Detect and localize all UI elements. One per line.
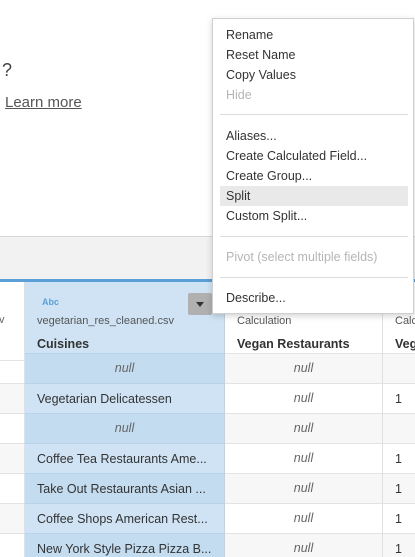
- chevron-down-icon: [196, 302, 204, 307]
- column-field-name[interactable]: Cuisines: [37, 337, 89, 351]
- menu-item-reset-name[interactable]: Reset Name: [220, 45, 408, 65]
- table-row: Vegetarian Delicatessen: [25, 383, 224, 413]
- table-row: [0, 533, 24, 557]
- menu-divider: [220, 114, 408, 115]
- column-source: Calculation: [237, 315, 292, 327]
- column-cuisines[interactable]: Abc vegetarian_res_cleaned.csv Cuisines …: [25, 282, 225, 557]
- cell: 1: [395, 392, 402, 406]
- column-header-cuisines[interactable]: Abc vegetarian_res_cleaned.csv Cuisines: [25, 282, 224, 360]
- column-source: Calc: [395, 315, 415, 327]
- menu-item-custom-split[interactable]: Custom Split...: [220, 206, 408, 226]
- table-row: 1: [383, 533, 415, 557]
- cell: Coffee Shops American Rest...: [37, 512, 208, 526]
- cell: Coffee Tea Restaurants Ame...: [37, 452, 207, 466]
- cell: null: [293, 391, 314, 405]
- menu-item-describe[interactable]: Describe...: [220, 288, 408, 308]
- table-row: null: [225, 353, 382, 383]
- table-row: [0, 413, 24, 443]
- cell: 1: [395, 542, 402, 556]
- table-row: null: [225, 473, 382, 503]
- table-row: null: [25, 413, 224, 443]
- cell: null: [293, 421, 314, 435]
- cell: Vegetarian Delicatessen: [37, 392, 172, 406]
- table-row: 1: [383, 383, 415, 413]
- cell: 1: [395, 482, 402, 496]
- table-row: null: [225, 533, 382, 557]
- menu-divider: [220, 277, 408, 278]
- table-row: 1: [383, 443, 415, 473]
- column-source: vegetarian_res_cleaned.csv: [37, 315, 174, 327]
- column-field-name[interactable]: Vegan Restaurants: [237, 337, 350, 351]
- column-context-menu: Rename Reset Name Copy Values Hide Alias…: [212, 18, 414, 314]
- menu-item-create-calculated-field[interactable]: Create Calculated Field...: [220, 146, 408, 166]
- menu-item-hide: Hide: [226, 88, 252, 102]
- data-grid: csv Abc vegetarian_res_cleaned.csv Cuisi…: [0, 282, 415, 557]
- menu-item-aliases[interactable]: Aliases...: [220, 126, 408, 146]
- menu-item-pivot: Pivot (select multiple fields): [226, 250, 378, 264]
- learn-more-link[interactable]: Learn more: [5, 94, 82, 111]
- cell: null: [114, 361, 135, 375]
- cell: null: [293, 541, 314, 555]
- table-row: [383, 413, 415, 443]
- table-row: [383, 353, 415, 383]
- column-field-name[interactable]: Veg: [395, 337, 415, 351]
- table-row: [0, 503, 24, 533]
- table-row: Coffee Shops American Rest...: [25, 503, 224, 533]
- cell: null: [293, 361, 314, 375]
- menu-item-rename[interactable]: Rename: [220, 25, 408, 45]
- column-partial-left: csv: [0, 282, 25, 557]
- table-row: null: [225, 503, 382, 533]
- table-row: null: [225, 413, 382, 443]
- table-row: [0, 383, 24, 413]
- table-row: null: [225, 383, 382, 413]
- table-row: 1: [383, 473, 415, 503]
- cell: New York Style Pizza Pizza B...: [37, 542, 212, 556]
- column-partial-right[interactable]: Calc Veg 1 1 1 1 1: [383, 282, 415, 557]
- cell: 1: [395, 512, 402, 526]
- column-menu-button[interactable]: [188, 293, 212, 315]
- menu-item-split[interactable]: Split: [220, 186, 408, 206]
- question-mark: ?: [2, 60, 13, 80]
- cell: null: [293, 511, 314, 525]
- table-row: null: [225, 443, 382, 473]
- column-vegan-restaurants[interactable]: Calculation Vegan Restaurants null null …: [225, 282, 383, 557]
- table-row: Coffee Tea Restaurants Ame...: [25, 443, 224, 473]
- table-row: New York Style Pizza Pizza B...: [25, 533, 224, 557]
- table-row: 1: [383, 503, 415, 533]
- menu-divider: [220, 236, 408, 237]
- table-row: [0, 473, 24, 503]
- column-header[interactable]: csv: [0, 282, 24, 360]
- menu-item-create-group[interactable]: Create Group...: [220, 166, 408, 186]
- cell: Take Out Restaurants Asian ...: [37, 482, 206, 496]
- table-row: null: [25, 353, 224, 383]
- cell: null: [114, 421, 135, 435]
- cell: null: [293, 451, 314, 465]
- menu-item-copy-values[interactable]: Copy Values: [220, 65, 408, 85]
- cell: 1: [395, 452, 402, 466]
- cell: null: [293, 481, 314, 495]
- table-row: Take Out Restaurants Asian ...: [25, 473, 224, 503]
- table-row: [0, 443, 24, 473]
- column-source: csv: [0, 314, 5, 326]
- string-type-icon[interactable]: Abc: [42, 297, 59, 307]
